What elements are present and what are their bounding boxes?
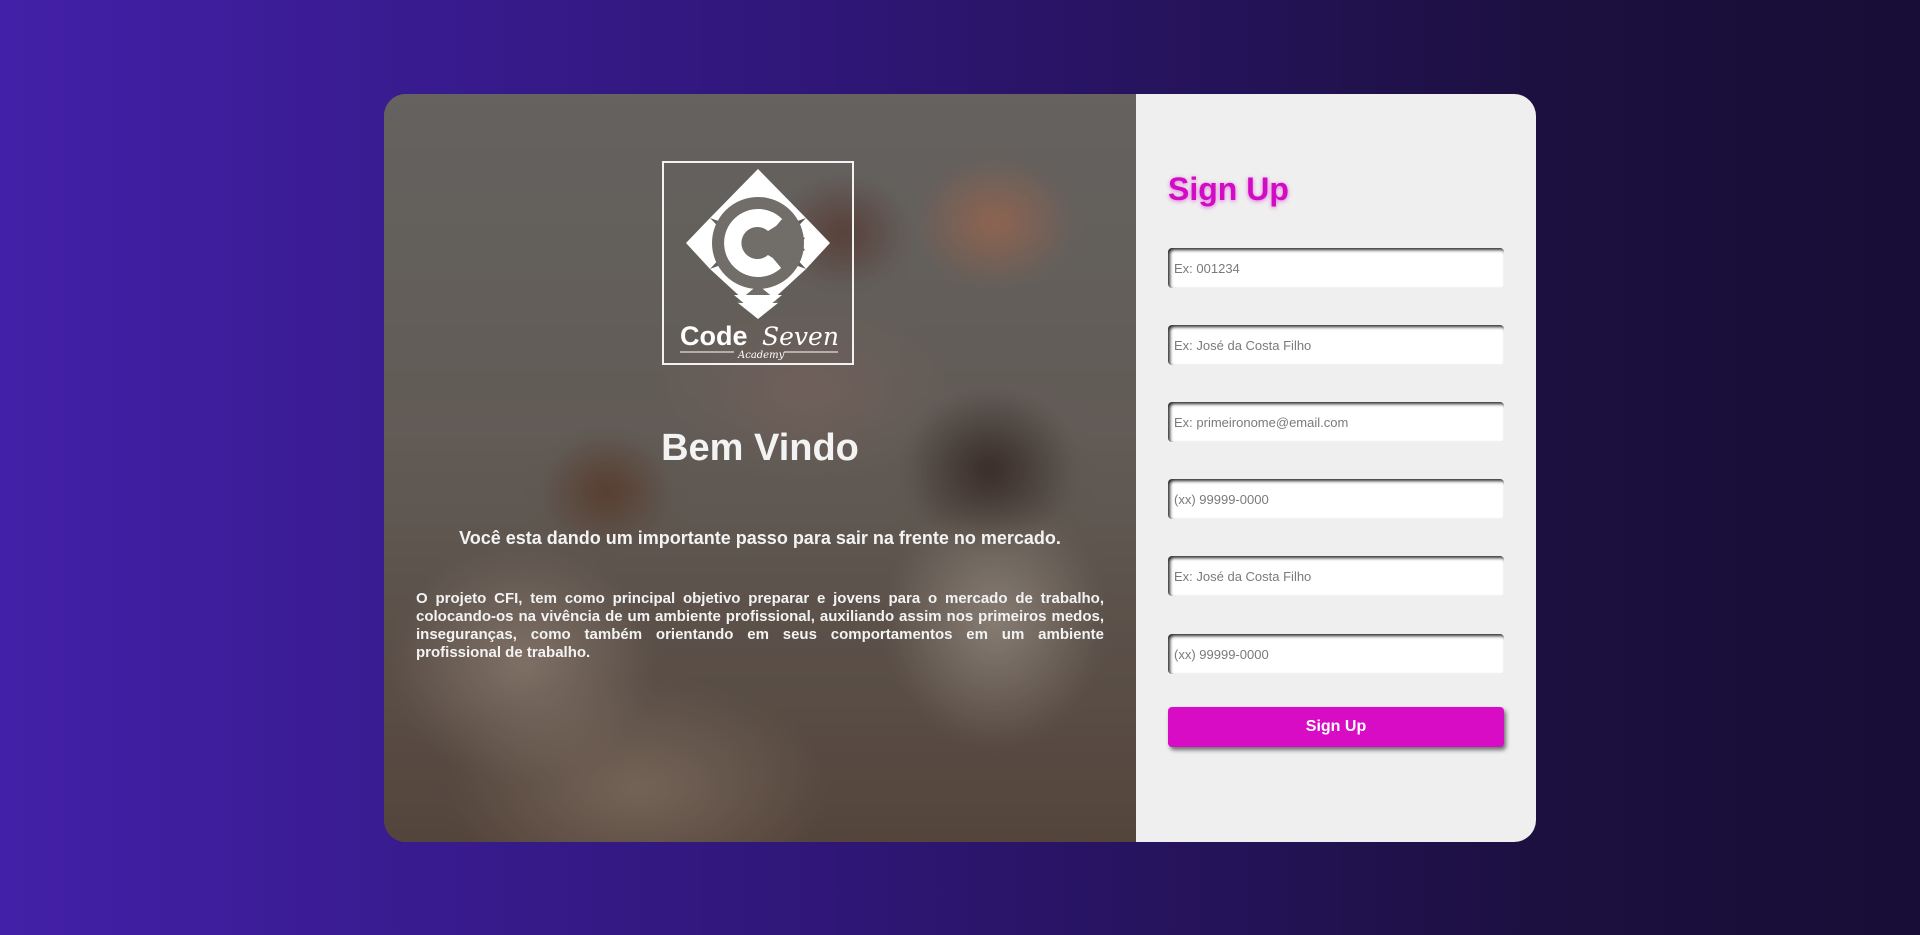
project-description: O projeto CFI, tem como principal objeti… bbox=[416, 590, 1104, 661]
guardian-name-input[interactable] bbox=[1168, 556, 1504, 596]
signup-title: Sign Up bbox=[1168, 171, 1289, 207]
code-seven-logo: Code Seven Academy bbox=[662, 161, 854, 365]
registration-number-input[interactable] bbox=[1168, 248, 1504, 288]
guardian-phone-input[interactable] bbox=[1168, 634, 1504, 674]
signup-button[interactable]: Sign Up bbox=[1168, 707, 1504, 747]
logo-text-seven: Seven bbox=[762, 322, 839, 351]
logo-text-code: Code bbox=[680, 321, 748, 351]
signup-card: Code Seven Academy Bem Vindo Você esta d… bbox=[384, 94, 1536, 842]
welcome-tagline: Você esta dando um importante passo para… bbox=[459, 528, 1061, 548]
full-name-input[interactable] bbox=[1168, 325, 1504, 365]
phone-input[interactable] bbox=[1168, 479, 1504, 519]
logo-icon: Code Seven Academy bbox=[680, 169, 839, 361]
welcome-title: Bem Vindo bbox=[661, 427, 859, 469]
signup-panel: Sign Up Sign Up bbox=[1136, 94, 1536, 842]
welcome-panel: Code Seven Academy Bem Vindo Você esta d… bbox=[384, 94, 1136, 842]
logo-text-academy: Academy bbox=[737, 350, 785, 361]
email-input[interactable] bbox=[1168, 402, 1504, 442]
